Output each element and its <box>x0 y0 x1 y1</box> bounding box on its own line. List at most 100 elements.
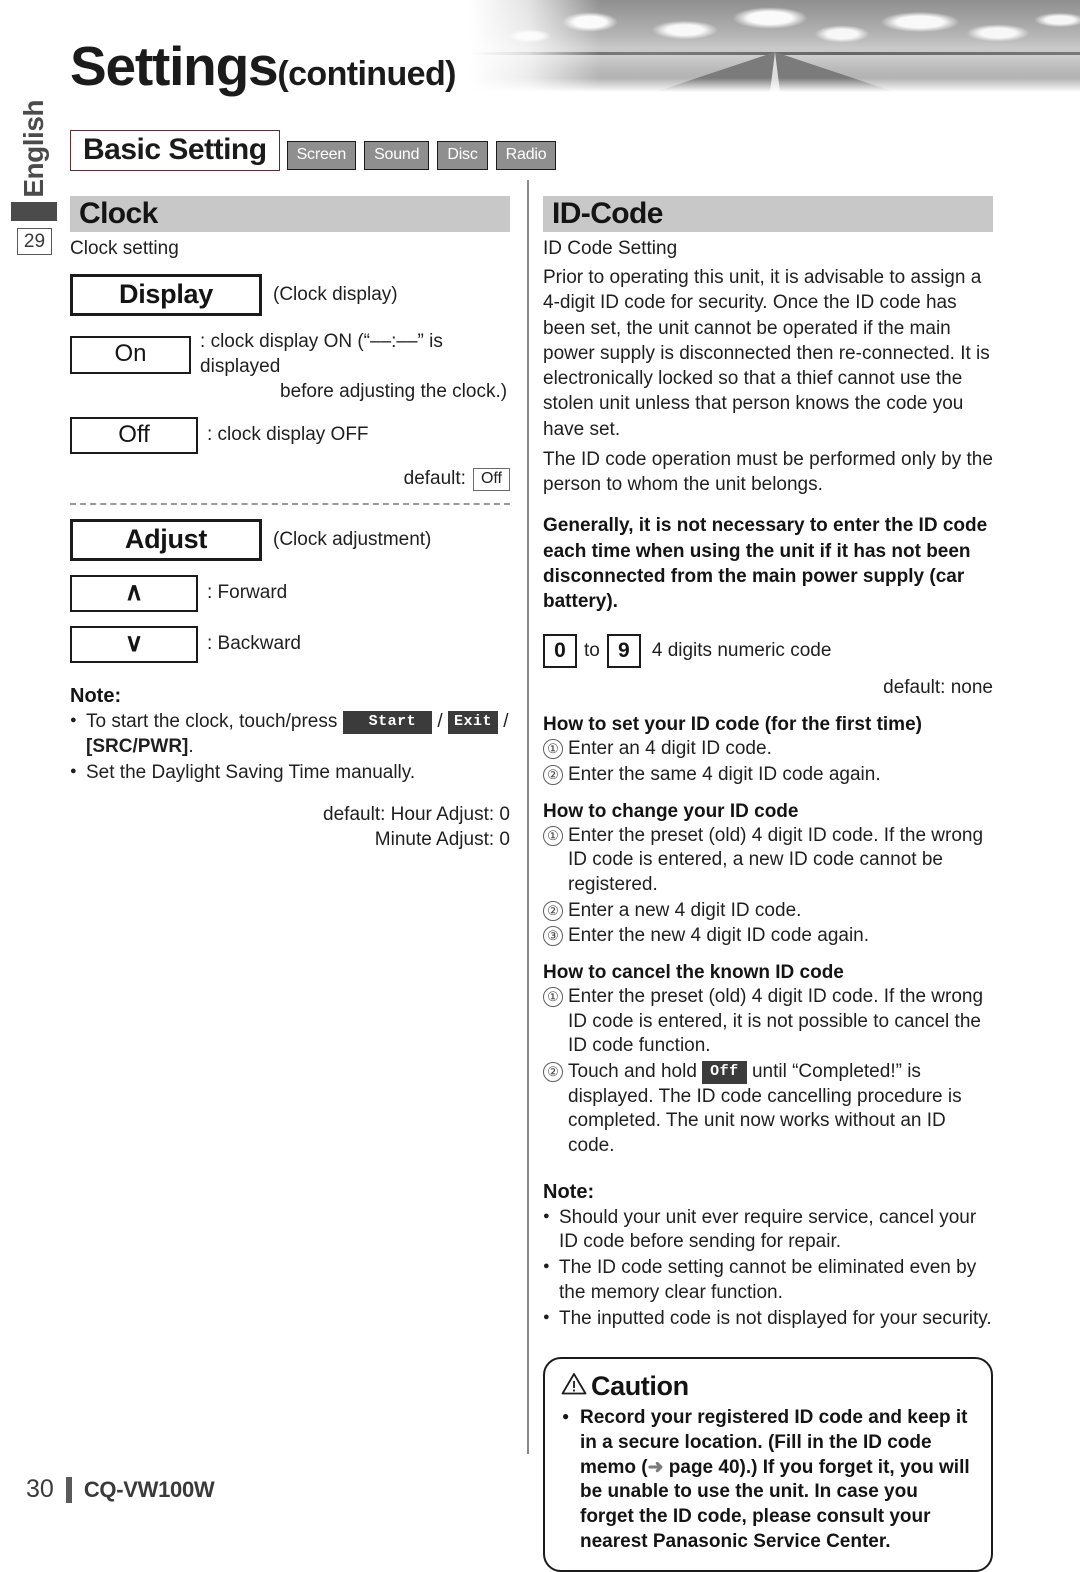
idcode-note-item-1: Should your unit ever require service, c… <box>543 1206 993 1255</box>
footer: 30 CQ-VW100W <box>26 1475 215 1504</box>
how-to-cancel-steps: ① Enter the preset (old) 4 digit ID code.… <box>543 985 993 1159</box>
adjust-default-hour: default: Hour Adjust: 0 <box>323 804 510 826</box>
adjust-setting-box[interactable]: Adjust <box>70 518 262 561</box>
chevron-up-glyph: ∧ <box>124 577 144 606</box>
language-marker-bar <box>11 202 57 221</box>
display-default-value: Off <box>472 467 510 491</box>
display-option-on-row: On : clock display ON (“––:––” is displa… <box>70 330 510 379</box>
display-option-on-description-line2: before adjusting the clock.) <box>280 380 508 402</box>
idcode-default: default: none <box>883 677 993 699</box>
page-title: Settings(continued) <box>70 34 456 98</box>
chevron-down-icon[interactable]: ∨ <box>70 626 198 664</box>
step-number-icon: ② <box>543 1062 563 1083</box>
clock-note-heading: Note: <box>70 685 122 708</box>
idcode-section-subtitle: ID Code Setting <box>543 238 678 259</box>
display-label-row: Display (Clock display) <box>70 274 510 317</box>
step-number-icon: ② <box>543 764 563 785</box>
chevron-up-icon[interactable]: ∧ <box>70 574 198 613</box>
display-option-off-row: Off : clock display OFF <box>70 416 510 454</box>
clock-note-item-1: To start the clock, touch/press Start / … <box>70 710 510 759</box>
digit-range-to-label: to <box>584 640 600 662</box>
how-to-change-step-1: ① Enter the preset (old) 4 digit ID code.… <box>543 824 993 898</box>
display-default-label: default: <box>403 468 466 490</box>
chevron-down-glyph: ∨ <box>124 629 144 658</box>
clock-note-1-end: . <box>188 735 194 757</box>
idcode-note-item-2: The ID code setting cannot be eliminated… <box>543 1256 993 1305</box>
display-default-line: default: Off <box>70 467 510 491</box>
how-to-set-steps: ① Enter an 4 digit ID code. ② Enter the sa… <box>543 737 993 787</box>
warning-triangle-icon <box>561 1371 587 1402</box>
how-to-change-step-3-text: Enter the new 4 digit ID code again. <box>568 925 870 947</box>
off-button[interactable]: Off <box>702 1061 747 1084</box>
display-setting-box[interactable]: Display <box>70 274 262 317</box>
how-to-change-steps: ① Enter the preset (old) 4 digit ID code.… <box>543 824 993 949</box>
clock-note-1-pre: To start the clock, touch/press <box>86 711 338 733</box>
how-to-cancel-step-1: ① Enter the preset (old) 4 digit ID code.… <box>543 985 993 1059</box>
step-number-icon: ① <box>543 986 563 1007</box>
src-pwr-key-label: [SRC/PWR] <box>86 735 189 757</box>
page-reference-badge: 29 <box>17 228 52 255</box>
clock-section-subtitle: Clock setting <box>70 238 179 259</box>
step-number-icon: ③ <box>543 926 563 947</box>
display-option-on-box[interactable]: On <box>70 336 192 374</box>
column-divider <box>527 180 529 1454</box>
how-to-change-step-1-text: Enter the preset (old) 4 digit ID code. … <box>568 824 984 895</box>
tab-screen[interactable]: Screen <box>286 141 357 170</box>
tab-basic-setting[interactable]: Basic Setting <box>70 130 280 171</box>
clock-note-slash-1: / <box>437 711 443 733</box>
footer-page-number: 30 <box>26 1475 54 1503</box>
display-option-on-description: : clock display ON (“––:––” is displayed <box>200 331 443 378</box>
left-column: Clock Clock setting Display (Clock displ… <box>70 196 510 853</box>
digit-from-box: 0 <box>543 634 577 669</box>
idcode-intro-paragraph-2: The ID code operation must be performed … <box>543 448 993 496</box>
footer-model-name: CQ-VW100W <box>83 1476 215 1502</box>
header-banner-image <box>470 0 1080 92</box>
tab-radio[interactable]: Radio <box>495 141 557 170</box>
how-to-change-step-3: ③ Enter the new 4 digit ID code again. <box>543 924 993 949</box>
idcode-note-heading: Note: <box>543 1180 595 1203</box>
clock-note-item-2: Set the Daylight Saving Time manually. <box>70 761 510 785</box>
right-column: ID-Code ID Code Setting Prior to operati… <box>543 196 993 1572</box>
display-option-off-description: : clock display OFF <box>207 423 369 445</box>
arrow-right-icon: ➜ <box>647 1456 664 1478</box>
footer-divider <box>65 1476 72 1503</box>
how-to-cancel-step-2: ② Touch and hold Off until “Completed!” i… <box>543 1060 993 1159</box>
step-number-icon: ① <box>543 825 563 846</box>
exit-button[interactable]: Exit <box>447 711 498 734</box>
adjust-forward-description: : Forward <box>207 582 288 604</box>
setting-tabs: Screen Sound Disc Radio <box>286 141 557 171</box>
digit-range-description: 4 digits numeric code <box>651 640 832 662</box>
step-number-icon: ② <box>543 900 563 921</box>
language-tab: English <box>18 100 49 198</box>
adjust-forward-row: ∧ : Forward <box>70 574 510 613</box>
idcode-intro-paragraph-1: Prior to operating this unit, it is advi… <box>543 267 990 440</box>
how-to-cancel-step-2-pre: Touch and hold <box>568 1061 697 1083</box>
tab-disc[interactable]: Disc <box>437 141 488 170</box>
adjust-setting-caption: (Clock adjustment) <box>273 528 432 550</box>
how-to-change-step-2: ② Enter a new 4 digit ID code. <box>543 899 993 924</box>
idcode-digit-range-row: 0 to 9 4 digits numeric code <box>543 634 993 669</box>
adjust-default-block: default: Hour Adjust: 0 Minute Adjust: 0 <box>70 803 510 852</box>
adjust-label-row: Adjust (Clock adjustment) <box>70 518 510 561</box>
how-to-change-step-2-text: Enter a new 4 digit ID code. <box>568 899 802 921</box>
idcode-note-item-3: The inputted code is not displayed for y… <box>543 1307 993 1331</box>
display-option-off-box[interactable]: Off <box>70 416 198 454</box>
page-title-continued: (continued) <box>277 55 456 93</box>
caution-body: Record your registered ID code and keep … <box>561 1406 975 1554</box>
tab-sound[interactable]: Sound <box>364 141 430 170</box>
idcode-note-list: Should your unit ever require service, c… <box>543 1206 993 1332</box>
display-setting-caption: (Clock display) <box>273 284 398 306</box>
how-to-cancel-step-1-text: Enter the preset (old) 4 digit ID code. … <box>568 985 984 1057</box>
caution-title-row: Caution <box>561 1371 975 1402</box>
idcode-section-header: ID-Code <box>543 196 993 232</box>
clock-section-header: Clock <box>70 196 510 232</box>
adjust-default-minute: Minute Adjust: 0 <box>374 828 510 850</box>
start-button[interactable]: Start <box>342 711 433 734</box>
caution-title: Caution <box>591 1371 689 1402</box>
setting-category-bar: Basic Setting Screen Sound Disc Radio <box>70 130 557 171</box>
how-to-set-step-2: ② Enter the same 4 digit ID code again. <box>543 763 993 788</box>
clock-note-list: To start the clock, touch/press Start / … <box>70 710 510 785</box>
how-to-cancel-heading: How to cancel the known ID code <box>543 961 844 983</box>
how-to-set-step-1-text: Enter an 4 digit ID code. <box>568 738 772 760</box>
adjust-backward-row: ∨ : Backward <box>70 626 510 664</box>
